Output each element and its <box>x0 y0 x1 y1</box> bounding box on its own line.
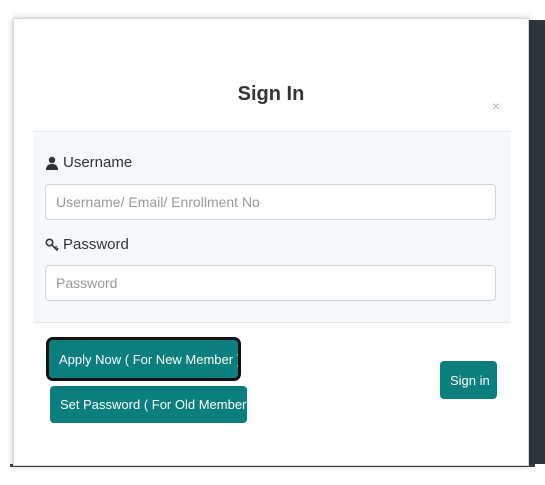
password-input[interactable] <box>45 265 496 301</box>
sign-in-button[interactable]: Sign in <box>440 361 497 399</box>
key-icon <box>45 237 59 252</box>
password-label: Password <box>63 236 129 253</box>
username-label: Username <box>63 154 133 171</box>
login-form-panel: Username Password <box>33 131 511 323</box>
page-backdrop-bottom <box>0 464 545 485</box>
username-label-row: Username <box>45 154 132 171</box>
page-backdrop-right <box>528 20 545 468</box>
close-icon[interactable]: × <box>487 97 505 115</box>
apply-now-button[interactable]: Apply Now ( For New Member ) <box>46 337 241 381</box>
user-icon <box>45 156 59 170</box>
username-input[interactable] <box>45 184 496 220</box>
set-password-button[interactable]: Set Password ( For Old Member ) <box>50 386 254 423</box>
password-label-row: Password <box>45 236 129 253</box>
modal-title: Sign In <box>237 83 305 105</box>
